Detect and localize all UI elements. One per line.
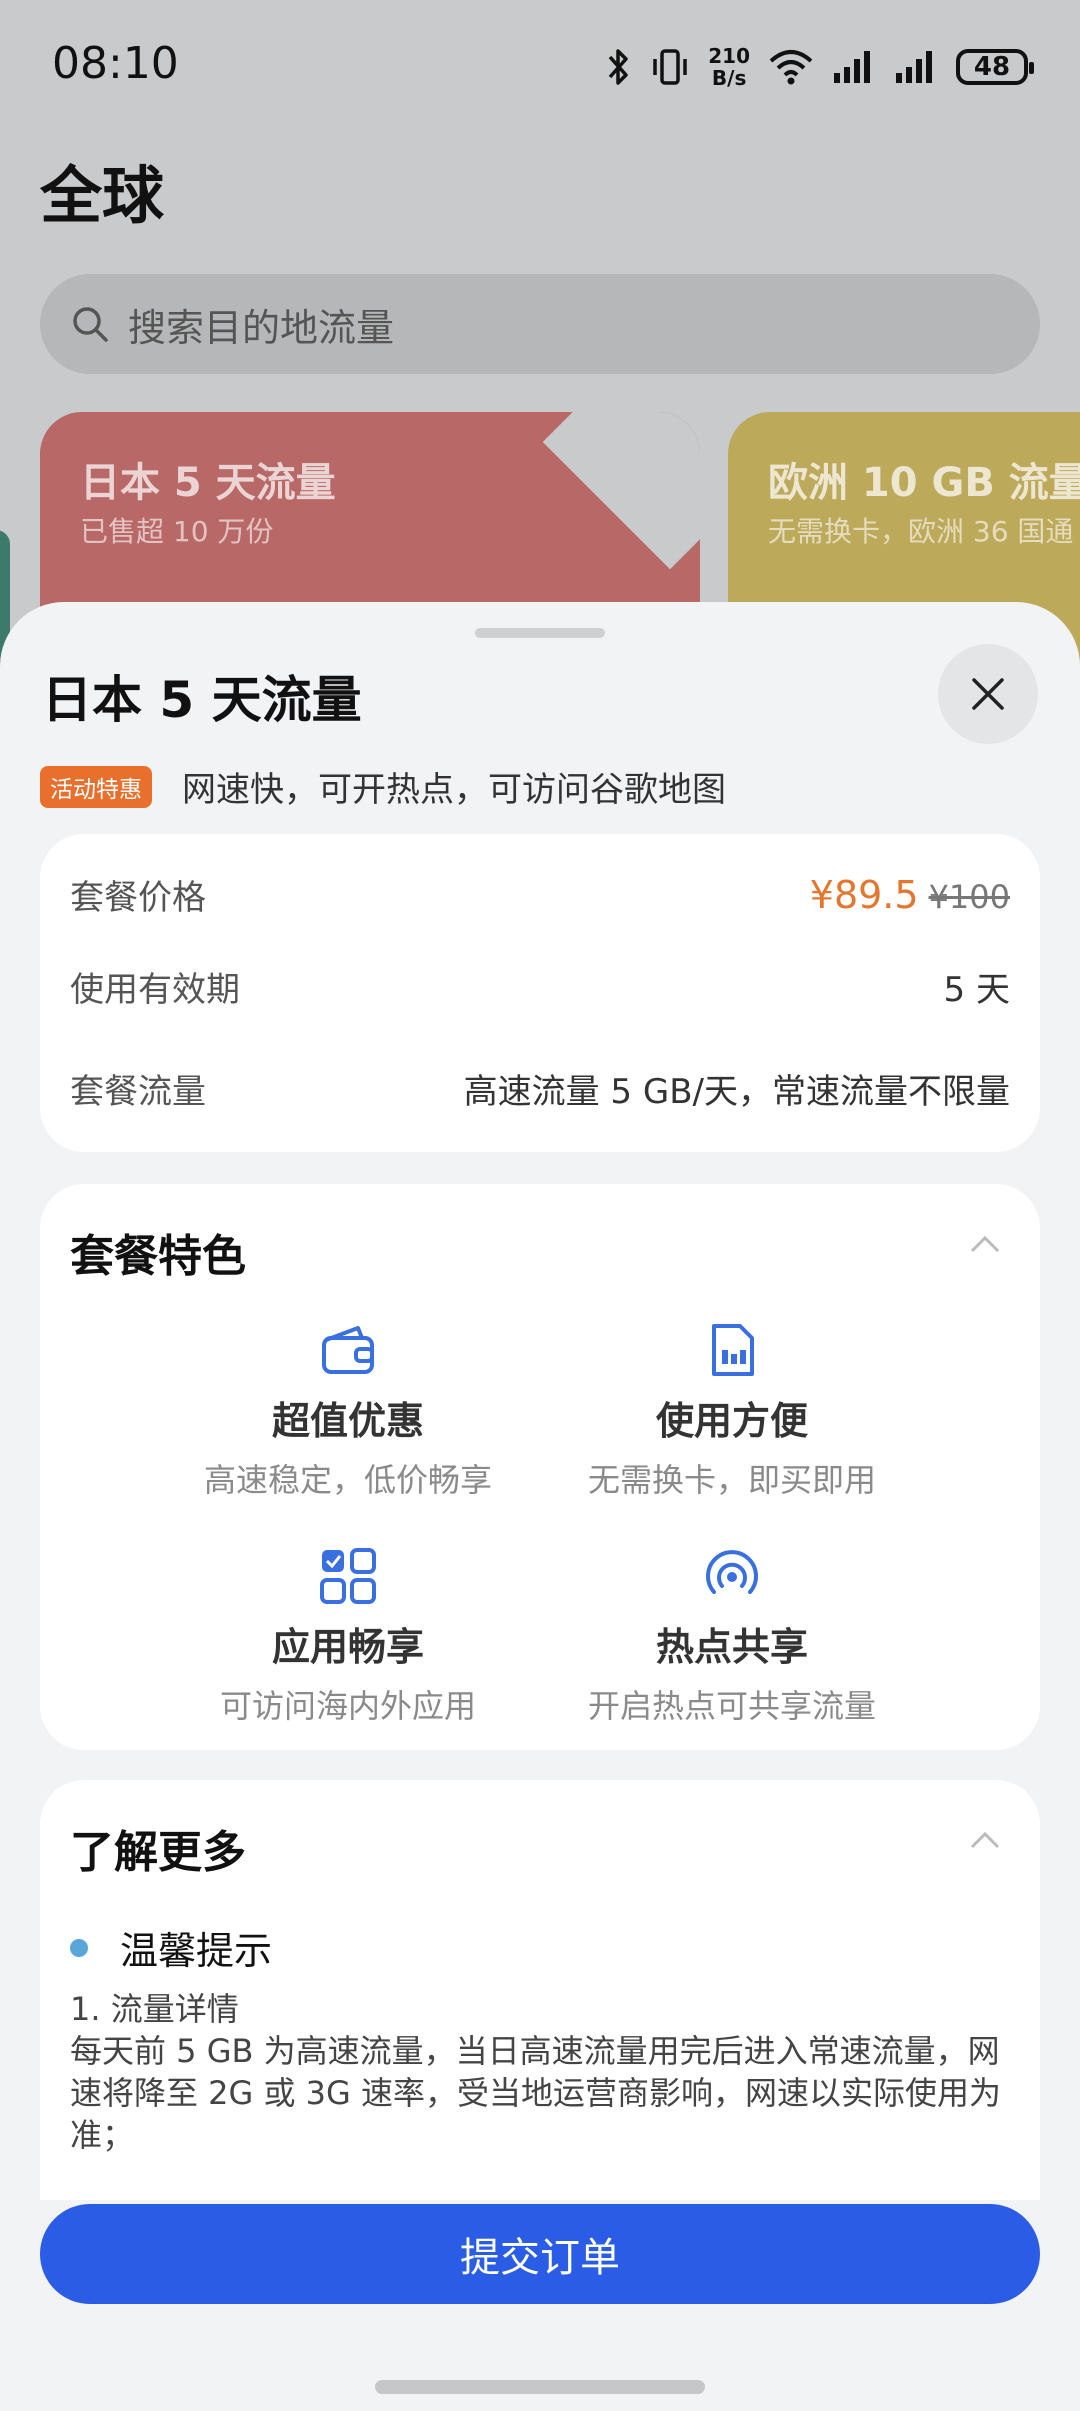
price-original: ¥100 xyxy=(928,877,1010,916)
submit-order-button[interactable]: 提交订单 xyxy=(40,2204,1040,2304)
feature-item: 超值优惠 高速稳定，低价畅享 xyxy=(178,1318,518,1501)
validity-row: 使用有效期 5 天 xyxy=(70,962,1010,1011)
price-current: ¥89.5 xyxy=(809,872,919,917)
signal-icon xyxy=(896,51,932,83)
feature-item: 使用方便 无需换卡，即买即用 xyxy=(562,1318,902,1501)
price-row: 套餐价格 ¥89.5 ¥100 xyxy=(70,870,1010,919)
package-info-panel: 套餐价格 ¥89.5 ¥100 使用有效期 5 天 套餐流量 高速流量 5 GB/… xyxy=(40,834,1040,1152)
features-title: 套餐特色 xyxy=(70,1231,246,1282)
status-icons: 210 B/s 48 xyxy=(604,42,1034,92)
feature-item: 应用畅享 可访问海内外应用 xyxy=(178,1544,518,1727)
card-title: 欧洲 10 GB 流量 xyxy=(768,460,1080,506)
price-label: 套餐价格 xyxy=(70,878,206,918)
tip-paragraph: 1. 流量详情 每天前 5 GB 为高速流量，当日高速流量用完后进入常速流量，网… xyxy=(70,1988,1010,2156)
learn-more-title: 了解更多 xyxy=(70,1827,246,1878)
search-icon xyxy=(73,307,108,342)
search-input[interactable]: 搜索目的地流量 xyxy=(40,274,1040,374)
data-label: 套餐流量 xyxy=(70,1072,206,1112)
tip-heading: 1. 流量详情 xyxy=(70,1990,239,2028)
page-title: 全球 xyxy=(40,159,165,232)
data-row: 套餐流量 高速流量 5 GB/天，常速流量不限量 xyxy=(70,1064,1010,1113)
hotspot-icon xyxy=(706,1550,758,1594)
home-indicator[interactable] xyxy=(375,2380,705,2394)
bullet-dot xyxy=(70,1938,88,1957)
card-title: 日本 5 天流量 xyxy=(80,460,336,506)
feature-title: 使用方便 xyxy=(655,1399,808,1443)
feature-title: 超值优惠 xyxy=(271,1399,424,1443)
feature-item: 热点共享 开启热点可共享流量 xyxy=(562,1544,902,1727)
feature-desc: 无需换卡，即买即用 xyxy=(587,1461,876,1499)
features-panel: 套餐特色 超值优惠 高速稳定，低价畅享 使用方便 无需换卡，即买即用 应用畅享 … xyxy=(40,1184,1040,1750)
tip-title: 温馨提示 xyxy=(120,1929,273,1973)
wifi-icon xyxy=(769,50,813,85)
sheet-drag-handle[interactable] xyxy=(475,628,605,638)
validity-label: 使用有效期 xyxy=(70,970,240,1010)
validity-value: 5 天 xyxy=(943,970,1010,1010)
promo-text: 网速快，可开热点，可访问谷歌地图 xyxy=(182,770,726,810)
card-subtitle: 无需换卡，欧洲 36 国通 xyxy=(768,515,1074,548)
net-speed: 210 B/s xyxy=(708,44,750,90)
feature-desc: 开启热点可共享流量 xyxy=(587,1687,876,1725)
chevron-up-icon[interactable] xyxy=(970,1830,1000,1850)
search-placeholder: 搜索目的地流量 xyxy=(128,305,395,350)
feature-title: 热点共享 xyxy=(655,1625,808,1669)
card-subtitle: 已售超 10 万份 xyxy=(80,515,274,548)
chevron-up-icon[interactable] xyxy=(970,1234,1000,1254)
wallet-icon xyxy=(322,1326,374,1374)
status-bar: 08:10 210 B/s 48 xyxy=(0,0,1080,120)
feature-desc: 高速稳定，低价畅享 xyxy=(203,1461,492,1499)
feature-desc: 可访问海内外应用 xyxy=(219,1687,476,1725)
learn-more-panel: 了解更多 温馨提示 1. 流量详情 每天前 5 GB 为高速流量，当日高速流量用… xyxy=(40,1780,1040,2200)
vibrate-icon xyxy=(653,49,687,85)
apps-grid-icon xyxy=(320,1548,376,1604)
tip-row: 温馨提示 xyxy=(70,1920,272,1975)
promo-badge: 活动特惠 xyxy=(40,765,152,808)
sheet-title: 日本 5 天流量 xyxy=(42,671,362,729)
sim-card-icon xyxy=(712,1324,754,1376)
bottom-sheet: 日本 5 天流量 活动特惠 网速快，可开热点，可访问谷歌地图 套餐价格 ¥89.… xyxy=(0,602,1080,2411)
price-values: ¥89.5 ¥100 xyxy=(810,873,1010,917)
promo-row: 活动特惠 网速快，可开热点，可访问谷歌地图 xyxy=(40,762,726,811)
close-button[interactable] xyxy=(938,644,1038,744)
close-icon xyxy=(972,678,1004,710)
battery-icon: 48 xyxy=(956,49,1034,85)
signal-icon xyxy=(834,51,870,83)
feature-title: 应用畅享 xyxy=(271,1625,424,1669)
tip-body: 每天前 5 GB 为高速流量，当日高速流量用完后进入常速流量，网速将降至 2G … xyxy=(70,2032,1002,2154)
status-time: 08:10 xyxy=(52,38,179,89)
data-value: 高速流量 5 GB/天，常速流量不限量 xyxy=(463,1072,1010,1112)
bluetooth-icon xyxy=(608,49,628,85)
